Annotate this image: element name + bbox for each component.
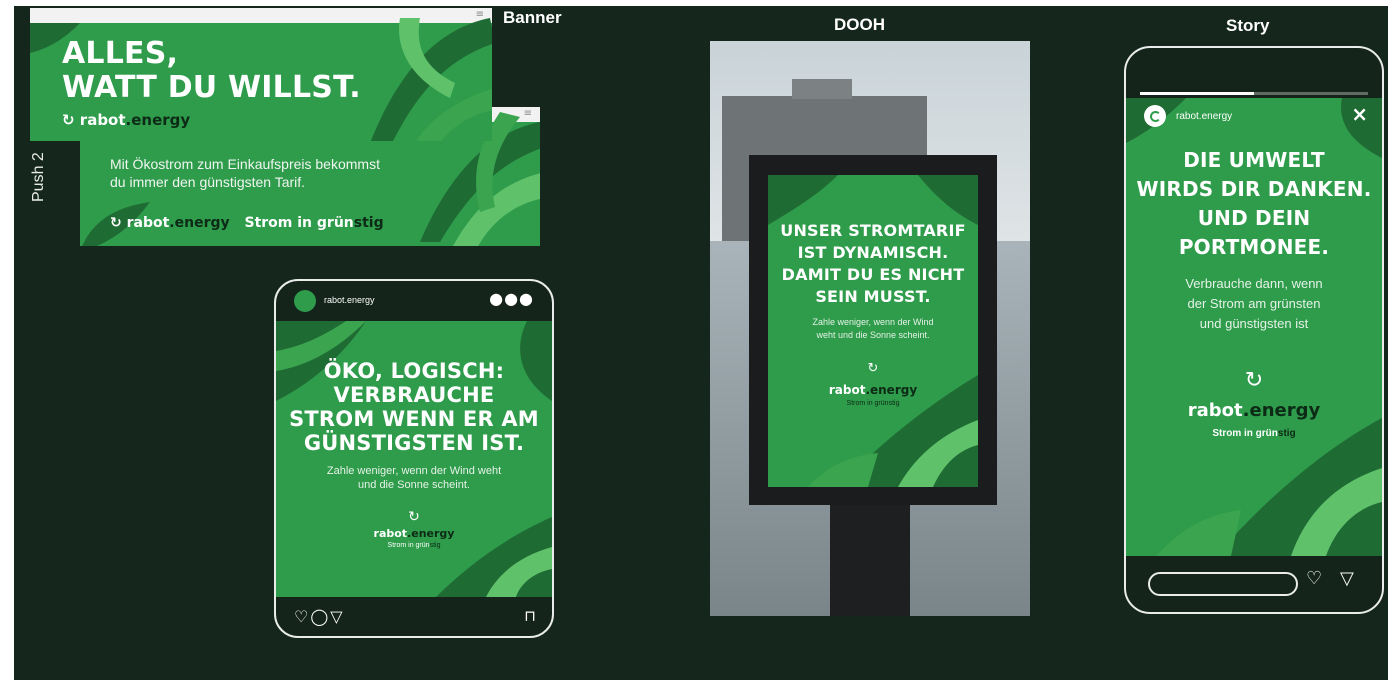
story-progress-fill: [1140, 92, 1254, 95]
post-headline-line-3: STROM WENN ER AM: [289, 407, 539, 431]
banner-ad: ALLES, WATT DU WILLST. ↻ rabot.energy: [30, 18, 492, 141]
post-handle[interactable]: rabot.energy: [324, 295, 375, 305]
send-icon[interactable]: ▽: [330, 607, 344, 626]
post-headline-line-2: VERBRAUCHE: [333, 383, 495, 407]
banner-headline-line-2: WATT DU WILLST.: [62, 70, 361, 105]
post-body-line-2: und die Sonne scheint.: [358, 479, 470, 491]
avatar[interactable]: [294, 290, 316, 312]
post-body-line-1: Zahle weniger, wenn der Wind weht: [326, 465, 502, 477]
dooh-scene: UNSER STROMTARIF IST DYNAMISCH. DAMIT DU…: [710, 41, 1030, 616]
banner-logo: ↻ rabot.energy: [62, 111, 191, 129]
heart-icon[interactable]: ♡: [294, 607, 310, 626]
push-logo: ↻ rabot.energy Strom in grünstig: [110, 215, 384, 231]
stage: Banner DOOH Story Push 2 ≡ Mit Ökostrom …: [14, 6, 1388, 680]
push-text-line-2: du immer den günstigsten Tarif.: [110, 174, 306, 190]
instagram-story: rabot.energy × DIE UMWELT WIRDS DIR DANK…: [1124, 46, 1384, 614]
story-logo: rabot.energy: [1187, 400, 1321, 421]
push-text-line-1: Mit Ökostrom zum Einkaufspreis bekommst: [110, 156, 380, 172]
billboard-ad: UNSER STROMTARIF IST DYNAMISCH. DAMIT DU…: [768, 175, 978, 487]
comment-icon[interactable]: ◯: [310, 607, 330, 626]
top-banner: ≡ ALLES, WATT DU WILLST. ↻ rabot.energy: [30, 8, 492, 141]
rooftop: [792, 79, 852, 99]
logo-icon: ↻: [110, 215, 127, 231]
post-tagline: Strom in grünstig: [387, 542, 441, 549]
logo-icon: ↻: [867, 361, 879, 376]
story-tagline: Strom in grünstig: [1212, 428, 1296, 439]
logo-icon: ↻: [62, 111, 80, 129]
logo-icon: ↻: [408, 509, 420, 525]
story-body-line-3: und günstigsten ist: [1199, 316, 1309, 331]
story-handle[interactable]: rabot.energy: [1176, 111, 1232, 122]
story-body-line-2: der Strom am grünsten: [1187, 296, 1321, 311]
dooh-logo: rabot.energy: [828, 383, 918, 397]
story-headline-line-1: DIE UMWELT: [1183, 148, 1325, 172]
section-label-story: Story: [1226, 16, 1270, 35]
post-logo: rabot.energy: [373, 527, 455, 540]
story-image: rabot.energy × DIE UMWELT WIRDS DIR DANK…: [1126, 98, 1382, 556]
post-headline-line-4: GÜNSTIGSTEN IST.: [303, 431, 525, 455]
instagram-post: rabot.energy ●●● ÖKO, LOGISCH: VERBRAUCH…: [274, 279, 554, 638]
bookmark-icon[interactable]: ⊓: [524, 607, 536, 625]
section-label-banner: Banner: [503, 8, 562, 27]
close-icon[interactable]: ×: [1351, 102, 1368, 126]
story-headline-line-2: WIRDS DIR DANKEN.: [1136, 177, 1372, 201]
push-tagline: Strom in grünstig: [244, 215, 384, 231]
reply-input[interactable]: [1148, 572, 1298, 596]
heart-icon[interactable]: ♡: [1306, 568, 1322, 589]
dooh-headline-line-3: DAMIT DU ES NICHT: [781, 265, 965, 284]
leaf-icon: [918, 175, 978, 225]
story-headline-line-4: PORTMONEE.: [1178, 235, 1330, 259]
section-label-dooh: DOOH: [834, 15, 885, 34]
dooh-headline-line-2: IST DYNAMISCH.: [797, 243, 949, 262]
post-image: ÖKO, LOGISCH: VERBRAUCHE STROM WENN ER A…: [276, 321, 552, 597]
send-icon[interactable]: ▽: [1340, 568, 1354, 589]
dooh-headline-line-1: UNSER STROMTARIF: [780, 221, 966, 240]
avatar[interactable]: [1144, 105, 1166, 127]
post-headline-line-1: ÖKO, LOGISCH:: [323, 359, 505, 383]
dooh-headline-line-4: SEIN MUSST.: [815, 287, 931, 306]
banner-headline-line-1: ALLES,: [62, 36, 179, 71]
billboard-pole: [830, 501, 910, 616]
dooh-body-line-1: Zahle weniger, wenn der Wind: [812, 317, 934, 327]
story-body-line-1: Verbrauche dann, wenn: [1185, 276, 1323, 291]
logo-icon: ↻: [1244, 368, 1264, 393]
dooh-body-line-2: weht und die Sonne scheint.: [816, 330, 930, 340]
leaf-icon: [768, 175, 838, 225]
dooh-tagline: Strom in grünstig: [846, 400, 900, 407]
story-headline-line-3: UND DEIN: [1197, 206, 1311, 230]
more-options-icon[interactable]: ●●●: [489, 289, 534, 308]
section-label-push: Push 2: [30, 152, 47, 202]
